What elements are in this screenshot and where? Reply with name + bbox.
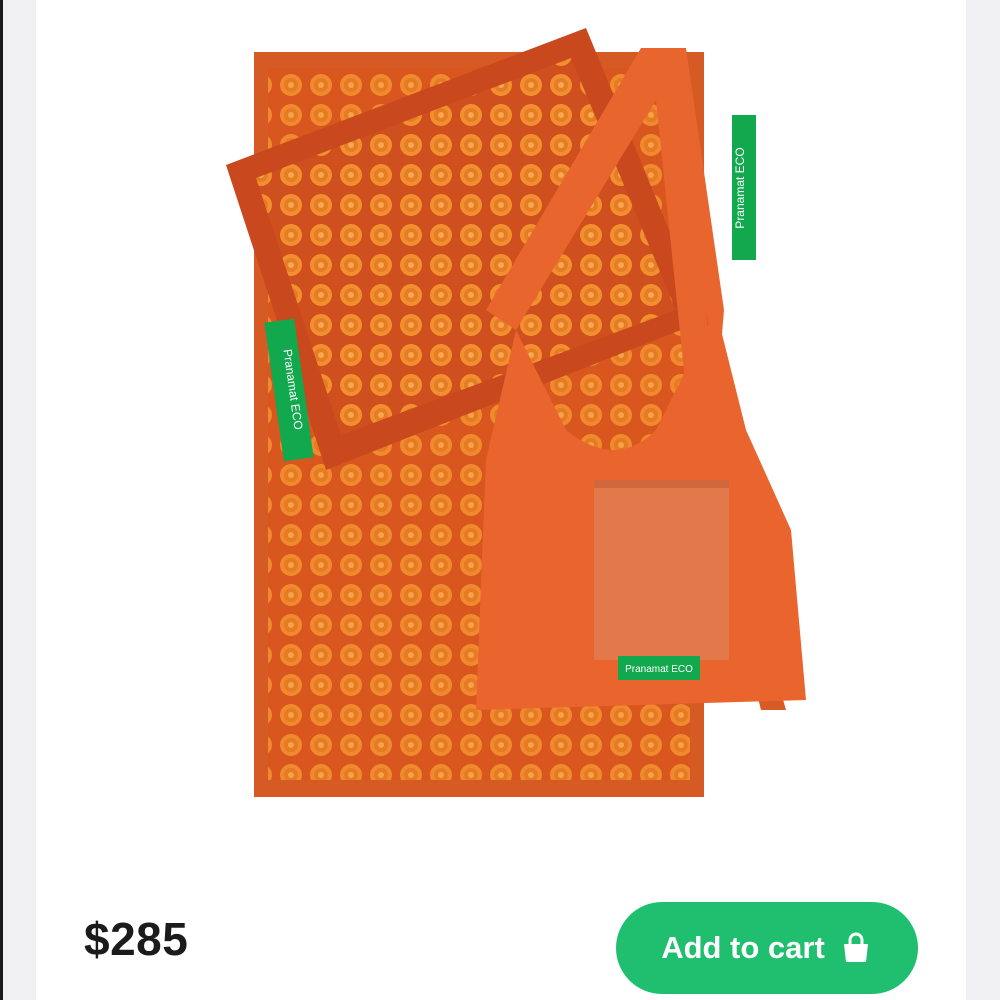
shopping-bag-icon	[843, 932, 868, 962]
product-image[interactable]: Pranamat ECO Pranamat ECO Pranamat ECO	[186, 10, 886, 810]
product-card: Pranamat ECO Pranamat ECO Pranamat ECO $…	[36, 0, 966, 1000]
add-to-cart-label: Add to cart	[661, 930, 825, 965]
bag-tag: Pranamat ECO	[618, 656, 700, 680]
bag-tag-label: Pranamat ECO	[625, 664, 693, 675]
mat-tag-label: Pranamat ECO	[733, 147, 747, 228]
product-price: $285	[84, 913, 189, 965]
add-to-cart-button[interactable]: Add to cart	[616, 902, 918, 994]
screen-edge	[0, 0, 3, 1000]
mat-tag: Pranamat ECO	[732, 115, 756, 260]
